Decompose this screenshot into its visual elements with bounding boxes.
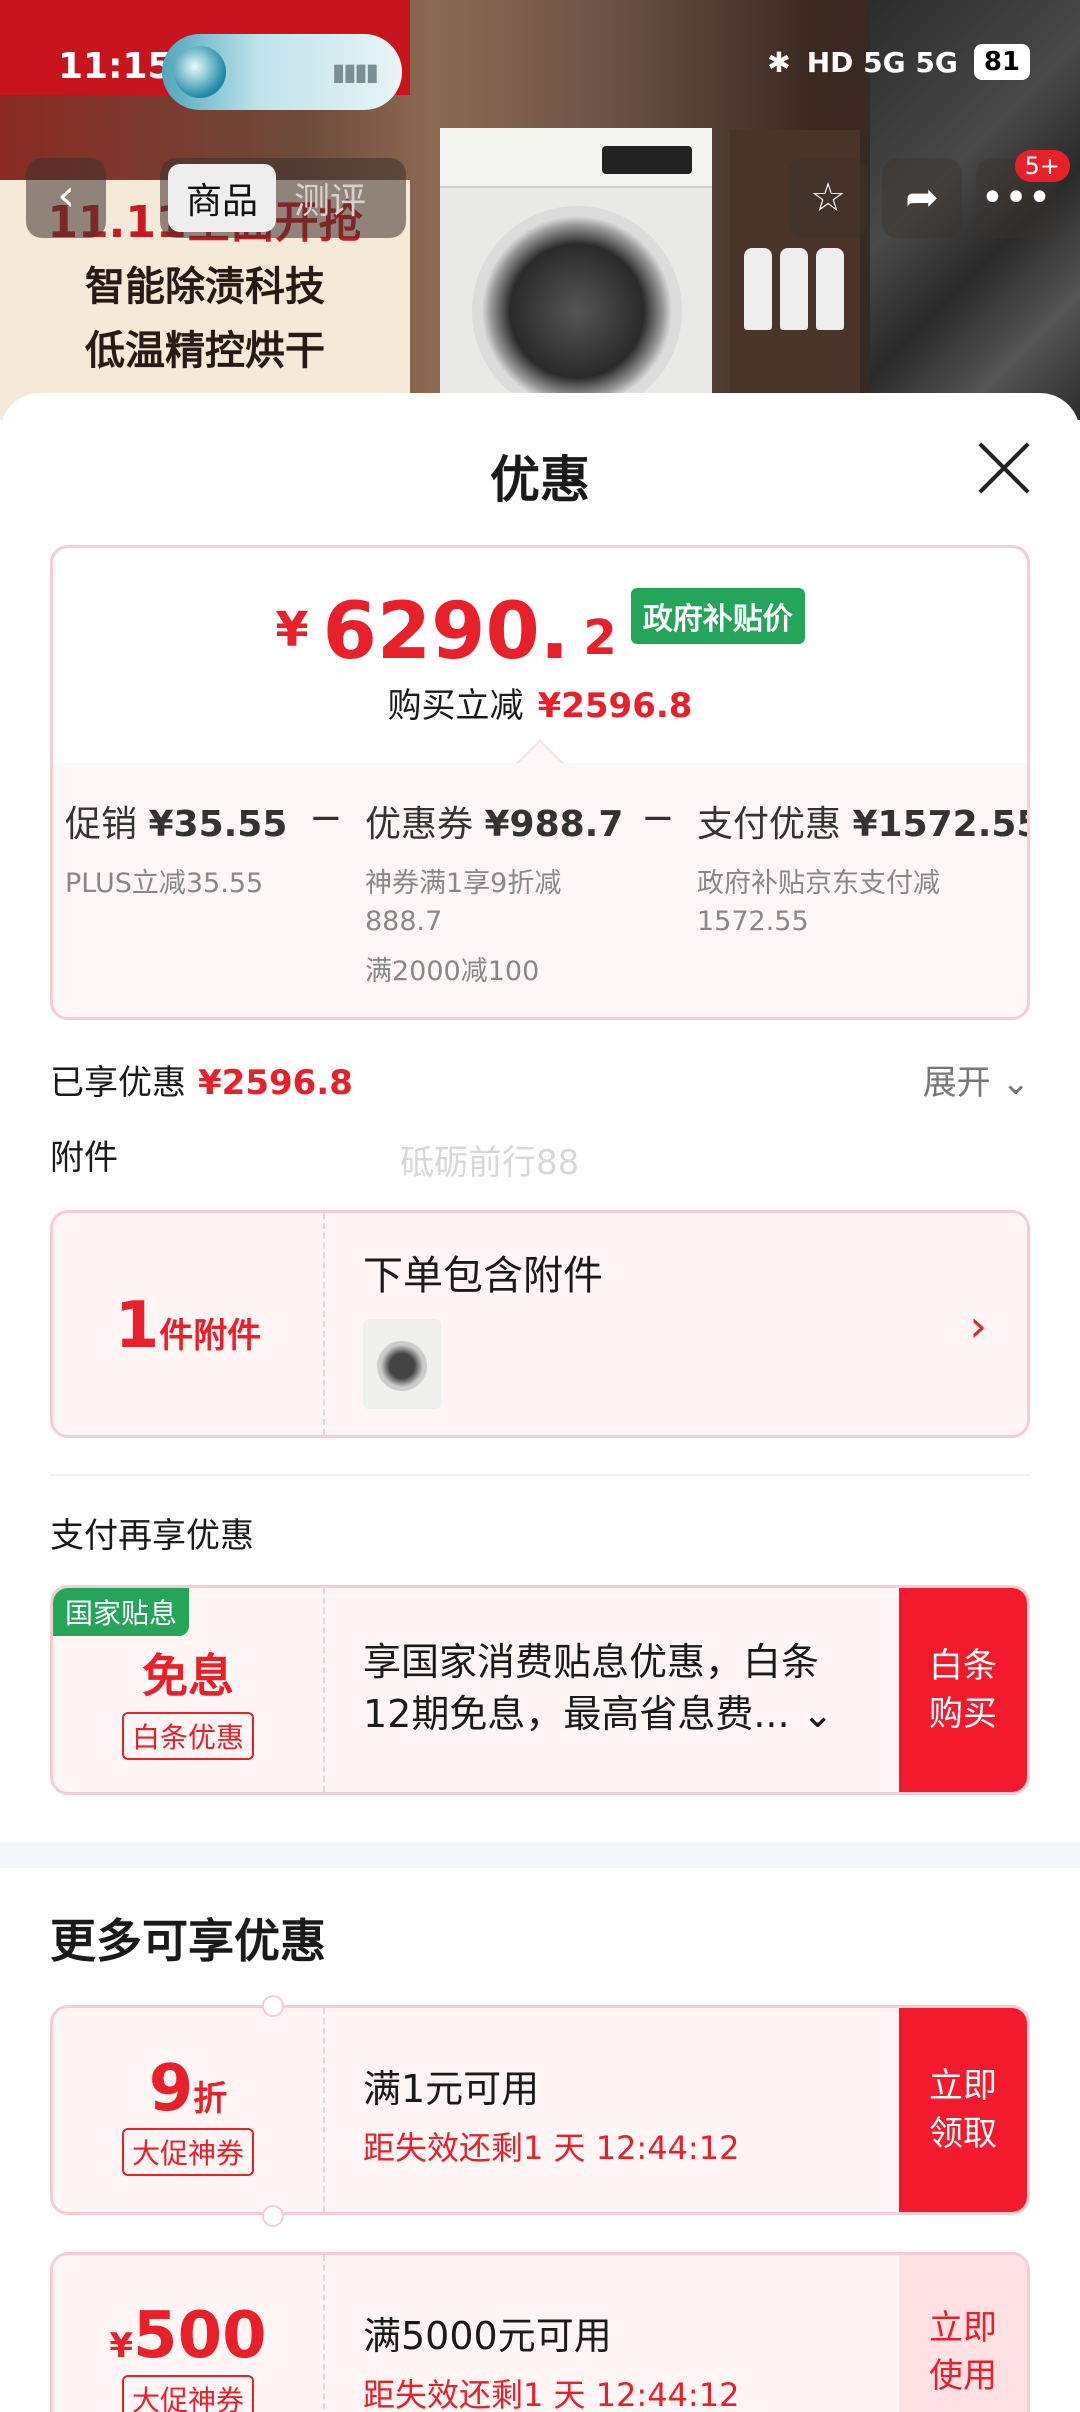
price-decimal: 2 [583, 610, 617, 666]
coupon-expiry: 距失效还剩1 天 12:44:12 [363, 2129, 740, 2167]
bluetooth-icon: ✱ [767, 45, 791, 79]
accessory-count: 1件附件 [53, 1213, 325, 1435]
price-card: ¥ 6290. 2 政府补贴价 购买立减 ¥2596.8 促销 ¥35.55 PL… [50, 545, 1030, 1020]
baitiao-buy-button[interactable]: 白条购买 [899, 1588, 1027, 1792]
ticket-notch [262, 1995, 284, 2017]
price-integer: 6290. [322, 587, 570, 677]
breakdown-desc: 满2000减100 [365, 956, 540, 987]
battery-indicator: 81 [973, 44, 1030, 80]
dynamic-island-audio[interactable]: ▮▮▮▮ [162, 34, 402, 110]
promo-line-3: 低温精控烘干 [85, 328, 325, 374]
breakdown-value: ¥988.7 [484, 804, 624, 845]
reduce-value: ¥2596.8 [537, 686, 693, 726]
breakdown-desc: PLUS立减35.55 [65, 868, 264, 899]
tab-product[interactable]: 商品 [168, 164, 277, 232]
coupon-unit: 折 [193, 2079, 228, 2119]
coupon-prefix: ¥ [109, 2326, 134, 2366]
breakdown-desc: 政府补贴京东支付减 [697, 868, 940, 899]
product-nav: ‹ 商品 测评 ☆ ➦ ••• 5+ [0, 150, 1080, 242]
breakdown-label: 支付优惠 [697, 804, 842, 845]
enjoyed-discount: 已享优惠 ¥2596.8 [50, 1055, 353, 1104]
product-tabs: 商品 测评 [160, 158, 406, 238]
accessory-title: 下单包含附件 [363, 1253, 603, 1299]
pay-offer-desc: 享国家消费贴息优惠，白条 [363, 1640, 820, 1684]
enjoyed-value: ¥2596.8 [198, 1063, 353, 1103]
interest-free-label: 免息 [142, 1649, 234, 1703]
favorite-button[interactable]: ☆ [788, 158, 868, 238]
pay-offer-desc: 12期免息，最高省息费... [363, 1692, 790, 1736]
coupon-amount: 9 [148, 2052, 194, 2126]
star-icon: ☆ [810, 175, 846, 221]
coupon-tag: 大促神券 [121, 2128, 254, 2176]
accessory-count-unit: 件附件 [159, 1316, 262, 1356]
section-divider [50, 1474, 1030, 1476]
final-price: ¥ 6290. 2 政府补贴价 [53, 588, 1027, 672]
minus-sign: − [309, 795, 343, 841]
status-time: 11:15 [58, 46, 173, 87]
coupon-card: ¥500 大促神券 满5000元可用 距失效还剩1 天 12:44:12 立即使… [50, 2252, 1030, 2412]
breakdown-value: ¥1572.55 [852, 804, 1030, 845]
ticket-notch [262, 2205, 284, 2227]
breakdown-desc: 888.7 [365, 906, 443, 937]
sheet-title: 优惠 [490, 451, 590, 509]
share-button[interactable]: ➦ [882, 158, 962, 238]
promo-line-2: 智能除渍科技 [85, 264, 325, 310]
accessory-card[interactable]: 1件附件 下单包含附件 › [50, 1210, 1030, 1438]
baitiao-tag: 白条优惠 [121, 1712, 254, 1760]
close-icon[interactable] [974, 438, 1034, 498]
pay-section-label: 支付再享优惠 [50, 1516, 254, 1556]
coupon-condition: 满5000元可用 [363, 2314, 612, 2358]
section-gap-band [0, 1842, 1080, 1868]
coupon-amount: 500 [133, 2299, 267, 2373]
price-breakdown: 促销 ¥35.55 PLUS立减35.55 − 优惠券 ¥988.7 神券满1享… [53, 763, 1030, 1017]
expand-button[interactable]: 展开 ⌄ [923, 1055, 1030, 1104]
pay-offer-card: 国家贴息 免息 白条优惠 享国家消费贴息优惠，白条 12期免息，最高省息费...… [50, 1585, 1030, 1795]
purchase-reduction: 购买立减 ¥2596.8 [53, 678, 1027, 727]
breakdown-desc: 神券满1享9折减 [365, 868, 562, 899]
audio-orb-icon [174, 46, 226, 98]
breakdown-value: ¥35.55 [148, 804, 288, 845]
chevron-left-icon: ‹ [57, 170, 75, 221]
coupon-expiry: 距失效还剩1 天 12:44:12 [363, 2376, 740, 2412]
accessory-count-number: 1 [114, 1289, 160, 1363]
expand-label: 展开 [922, 1063, 991, 1103]
share-icon: ➦ [905, 175, 939, 221]
price-yen: ¥ [275, 602, 309, 658]
breakdown-label: 促销 [65, 804, 138, 845]
claim-coupon-button[interactable]: 立即领取 [899, 2008, 1027, 2212]
use-coupon-button[interactable]: 立即使用 [899, 2255, 1027, 2412]
notification-badge: 5+ [1014, 150, 1070, 182]
accessory-section-label: 附件 [50, 1138, 118, 1178]
chevron-down-icon[interactable]: ⌄ [802, 1692, 834, 1736]
breakdown-payment: 支付优惠 ¥1572.55 政府补贴京东支付减 1572.55 [697, 795, 1030, 941]
audio-wave-icon: ▮▮▮▮ [332, 58, 379, 86]
coupon-card: 9折 大促神券 满1元可用 距失效还剩1 天 12:44:12 立即领取 [50, 2005, 1030, 2215]
watermark: 砥砺前行88 [400, 1143, 580, 1183]
breakdown-promo: 促销 ¥35.55 PLUS立减35.55 [65, 795, 287, 903]
back-button[interactable]: ‹ [26, 158, 106, 238]
more-offers-title: 更多可享优惠 [50, 1914, 326, 1968]
chevron-down-icon: ⌄ [1001, 1063, 1031, 1103]
minus-sign: − [641, 795, 675, 841]
breakdown-desc: 1572.55 [697, 906, 809, 937]
tab-review[interactable]: 测评 [276, 164, 384, 232]
reduce-label: 购买立减 [387, 686, 524, 726]
network-label: HD 5G 5G [806, 45, 958, 79]
coupon-condition: 满1元可用 [363, 2067, 540, 2111]
coupon-tag: 大促神券 [121, 2375, 254, 2412]
gov-subsidy-tag: 政府补贴价 [630, 588, 805, 644]
breakdown-coupon: 优惠券 ¥988.7 神券满1享9折减 888.7 满2000减100 [365, 795, 623, 991]
status-bar: 11:15 ▮▮▮▮ ✱ HD 5G 5G 81 [0, 0, 1080, 140]
chevron-right-icon: › [969, 1301, 987, 1352]
accessory-thumbnail [363, 1319, 441, 1409]
breakdown-label: 优惠券 [365, 804, 474, 845]
enjoyed-label: 已享优惠 [50, 1063, 186, 1103]
system-icons: ✱ HD 5G 5G 81 [767, 44, 1030, 80]
